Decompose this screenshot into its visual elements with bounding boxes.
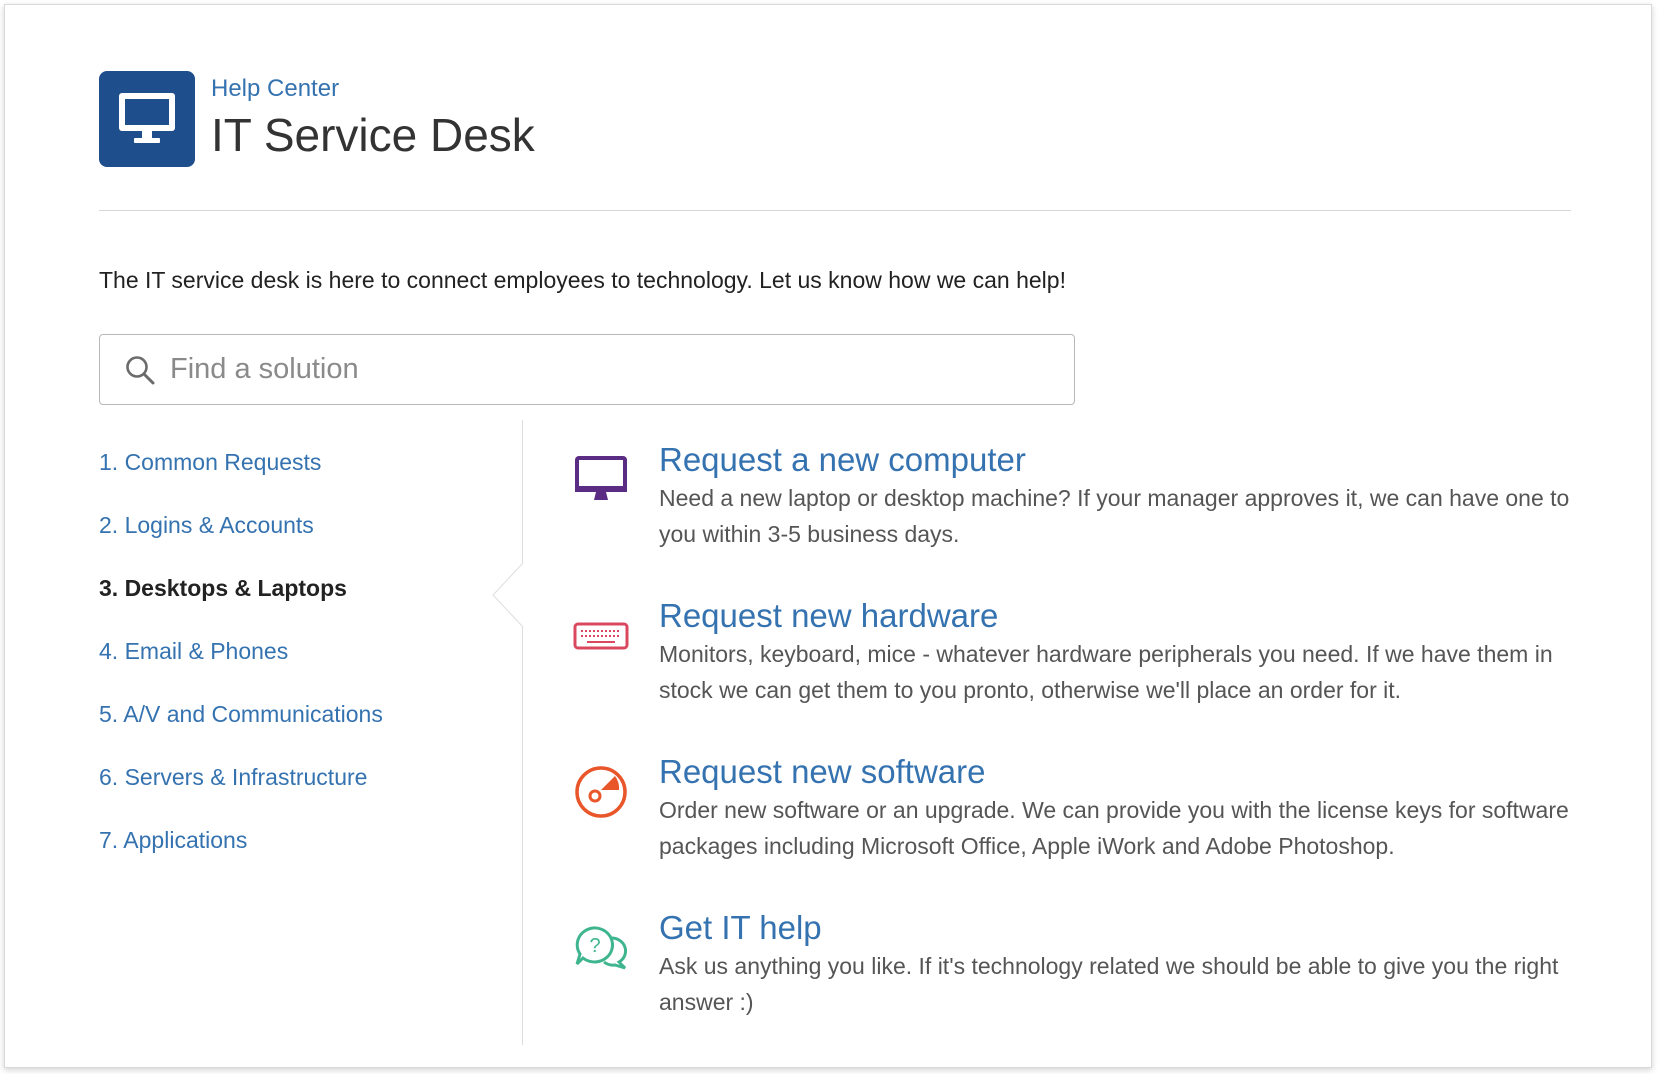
request-type-body: Request a new computer Need a new laptop… <box>659 440 1571 552</box>
sidebar-item-av-communications[interactable]: 5. A/V and Communications <box>99 700 519 763</box>
sidebar-item-logins-accounts[interactable]: 2. Logins & Accounts <box>99 511 519 574</box>
request-type-body: Get IT help Ask us anything you like. If… <box>659 908 1571 1020</box>
request-title-new-hardware[interactable]: Request new hardware <box>659 596 1571 636</box>
request-type-body: Request new software Order new software … <box>659 752 1571 864</box>
monitor-icon <box>575 456 627 500</box>
header-text: Help Center IT Service Desk <box>211 75 535 163</box>
header-divider <box>99 210 1571 211</box>
keyboard-icon <box>573 622 629 650</box>
search-box[interactable] <box>99 334 1075 405</box>
request-description: Order new software or an upgrade. We can… <box>659 797 1569 859</box>
sidebar-item-servers-infrastructure[interactable]: 6. Servers & Infrastructure <box>99 763 519 826</box>
software-disc-icon <box>575 766 627 818</box>
request-description: Need a new laptop or desktop machine? If… <box>659 485 1570 547</box>
intro-text: The IT service desk is here to connect e… <box>99 267 1066 293</box>
help-center-page: Help Center IT Service Desk The IT servi… <box>4 4 1652 1068</box>
request-type-list: Request a new computer Need a new laptop… <box>571 440 1571 1064</box>
page-title: IT Service Desk <box>211 109 535 161</box>
sidebar-item-common-requests[interactable]: 1. Common Requests <box>99 448 519 511</box>
portal-header: Help Center IT Service Desk <box>99 71 535 167</box>
request-type-item[interactable]: Request new hardware Monitors, keyboard,… <box>571 596 1571 752</box>
search-input[interactable] <box>170 339 1050 400</box>
active-item-pointer <box>492 563 524 627</box>
breadcrumb-help-center[interactable]: Help Center <box>211 75 535 103</box>
help-chat-icon: ? <box>575 926 628 970</box>
search-icon <box>126 355 155 384</box>
request-title-new-software[interactable]: Request new software <box>659 752 1571 792</box>
category-sidebar: 1. Common Requests 2. Logins & Accounts … <box>99 448 519 889</box>
request-description: Ask us anything you like. If it's techno… <box>659 953 1559 1015</box>
request-type-body: Request new hardware Monitors, keyboard,… <box>659 596 1571 708</box>
sidebar-item-desktops-laptops[interactable]: 3. Desktops & Laptops <box>99 574 519 637</box>
request-type-item[interactable]: Request new software Order new software … <box>571 752 1571 908</box>
request-title-new-computer[interactable]: Request a new computer <box>659 440 1571 480</box>
request-title-get-it-help[interactable]: Get IT help <box>659 908 1571 948</box>
svg-text:?: ? <box>589 935 600 957</box>
request-description: Monitors, keyboard, mice - whatever hard… <box>659 641 1553 703</box>
request-type-item[interactable]: Request a new computer Need a new laptop… <box>571 440 1571 596</box>
request-type-item[interactable]: ? Get IT help Ask us anything you like. … <box>571 908 1571 1064</box>
sidebar-divider <box>522 420 523 1045</box>
monitor-logo-icon <box>99 71 195 167</box>
sidebar-item-email-phones[interactable]: 4. Email & Phones <box>99 637 519 700</box>
sidebar-item-applications[interactable]: 7. Applications <box>99 826 519 889</box>
